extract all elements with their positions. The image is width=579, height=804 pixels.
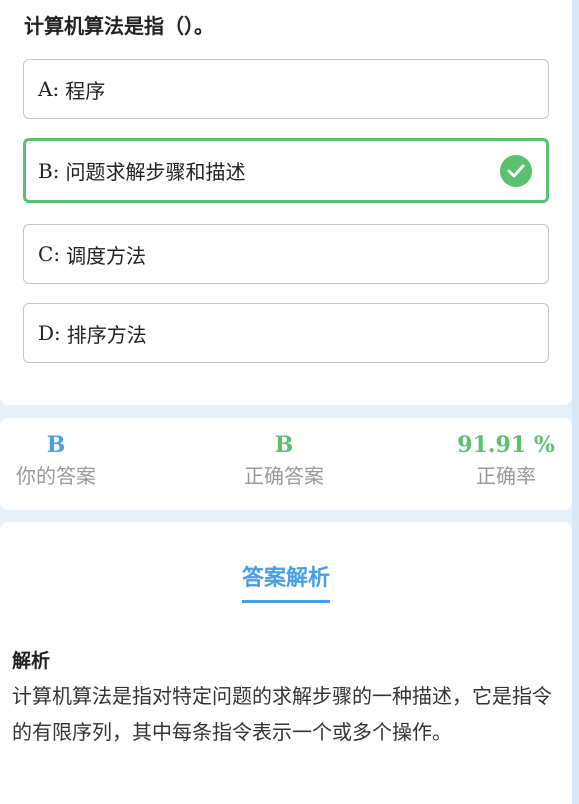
- analysis-body: 计算机算法是指对特定问题的求解步骤的一种描述，它是指令的有限序列，其中每条指令表…: [12, 684, 552, 744]
- page: 计算机算法是指（）。 A: 程序 B: 问题求解步骤和描述 C: 调度方法 D: 排序方…: [0, 0, 579, 804]
- option-text: 问题求解步骤和描述: [65, 160, 246, 184]
- question-card: 计算机算法是指（）。 A: 程序 B: 问题求解步骤和描述 C: 调度方法 D: 排序方…: [0, 0, 572, 405]
- option-letter: C: [38, 242, 54, 266]
- your-answer-value: B: [46, 432, 66, 458]
- option-text: 程序: [65, 78, 106, 103]
- analysis-tab[interactable]: 答案解析: [0, 560, 572, 603]
- analysis-card: 答案解析 解析 计算机算法是指对特定问题的求解步骤的一种描述，它是指令的有限序列…: [0, 522, 572, 804]
- option-d[interactable]: D: 排序方法: [23, 303, 549, 363]
- stat-correct-answer: B 正确答案: [228, 430, 340, 492]
- option-c[interactable]: C: 调度方法: [23, 224, 549, 284]
- stats-card: B 你的答案 B 正确答案 91.91 % 正确率: [0, 418, 572, 510]
- option-b[interactable]: B: 问题求解步骤和描述: [23, 138, 549, 203]
- accuracy-label: 正确率: [476, 464, 536, 488]
- stat-accuracy: 91.91 % 正确率: [446, 430, 566, 492]
- stat-your-answer: B 你的答案: [0, 430, 112, 492]
- analysis-subtitle: 解析: [12, 650, 51, 672]
- accuracy-value: 91.91 %: [457, 432, 555, 458]
- option-letter: B: [38, 158, 53, 183]
- right-edge: [572, 0, 579, 804]
- option-text: 调度方法: [66, 243, 147, 268]
- correct-answer-value: B: [274, 432, 294, 458]
- analysis-heading: 答案解析: [241, 560, 330, 603]
- correct-answer-label: 正确答案: [244, 464, 324, 488]
- question-title: 计算机算法是指（）。: [24, 14, 214, 38]
- check-circle-icon: [500, 154, 532, 187]
- option-letter: D: [38, 321, 55, 345]
- option-letter: A: [38, 77, 53, 101]
- option-text: 排序方法: [66, 322, 147, 347]
- your-answer-label: 你的答案: [16, 464, 96, 488]
- option-a[interactable]: A: 程序: [23, 59, 549, 119]
